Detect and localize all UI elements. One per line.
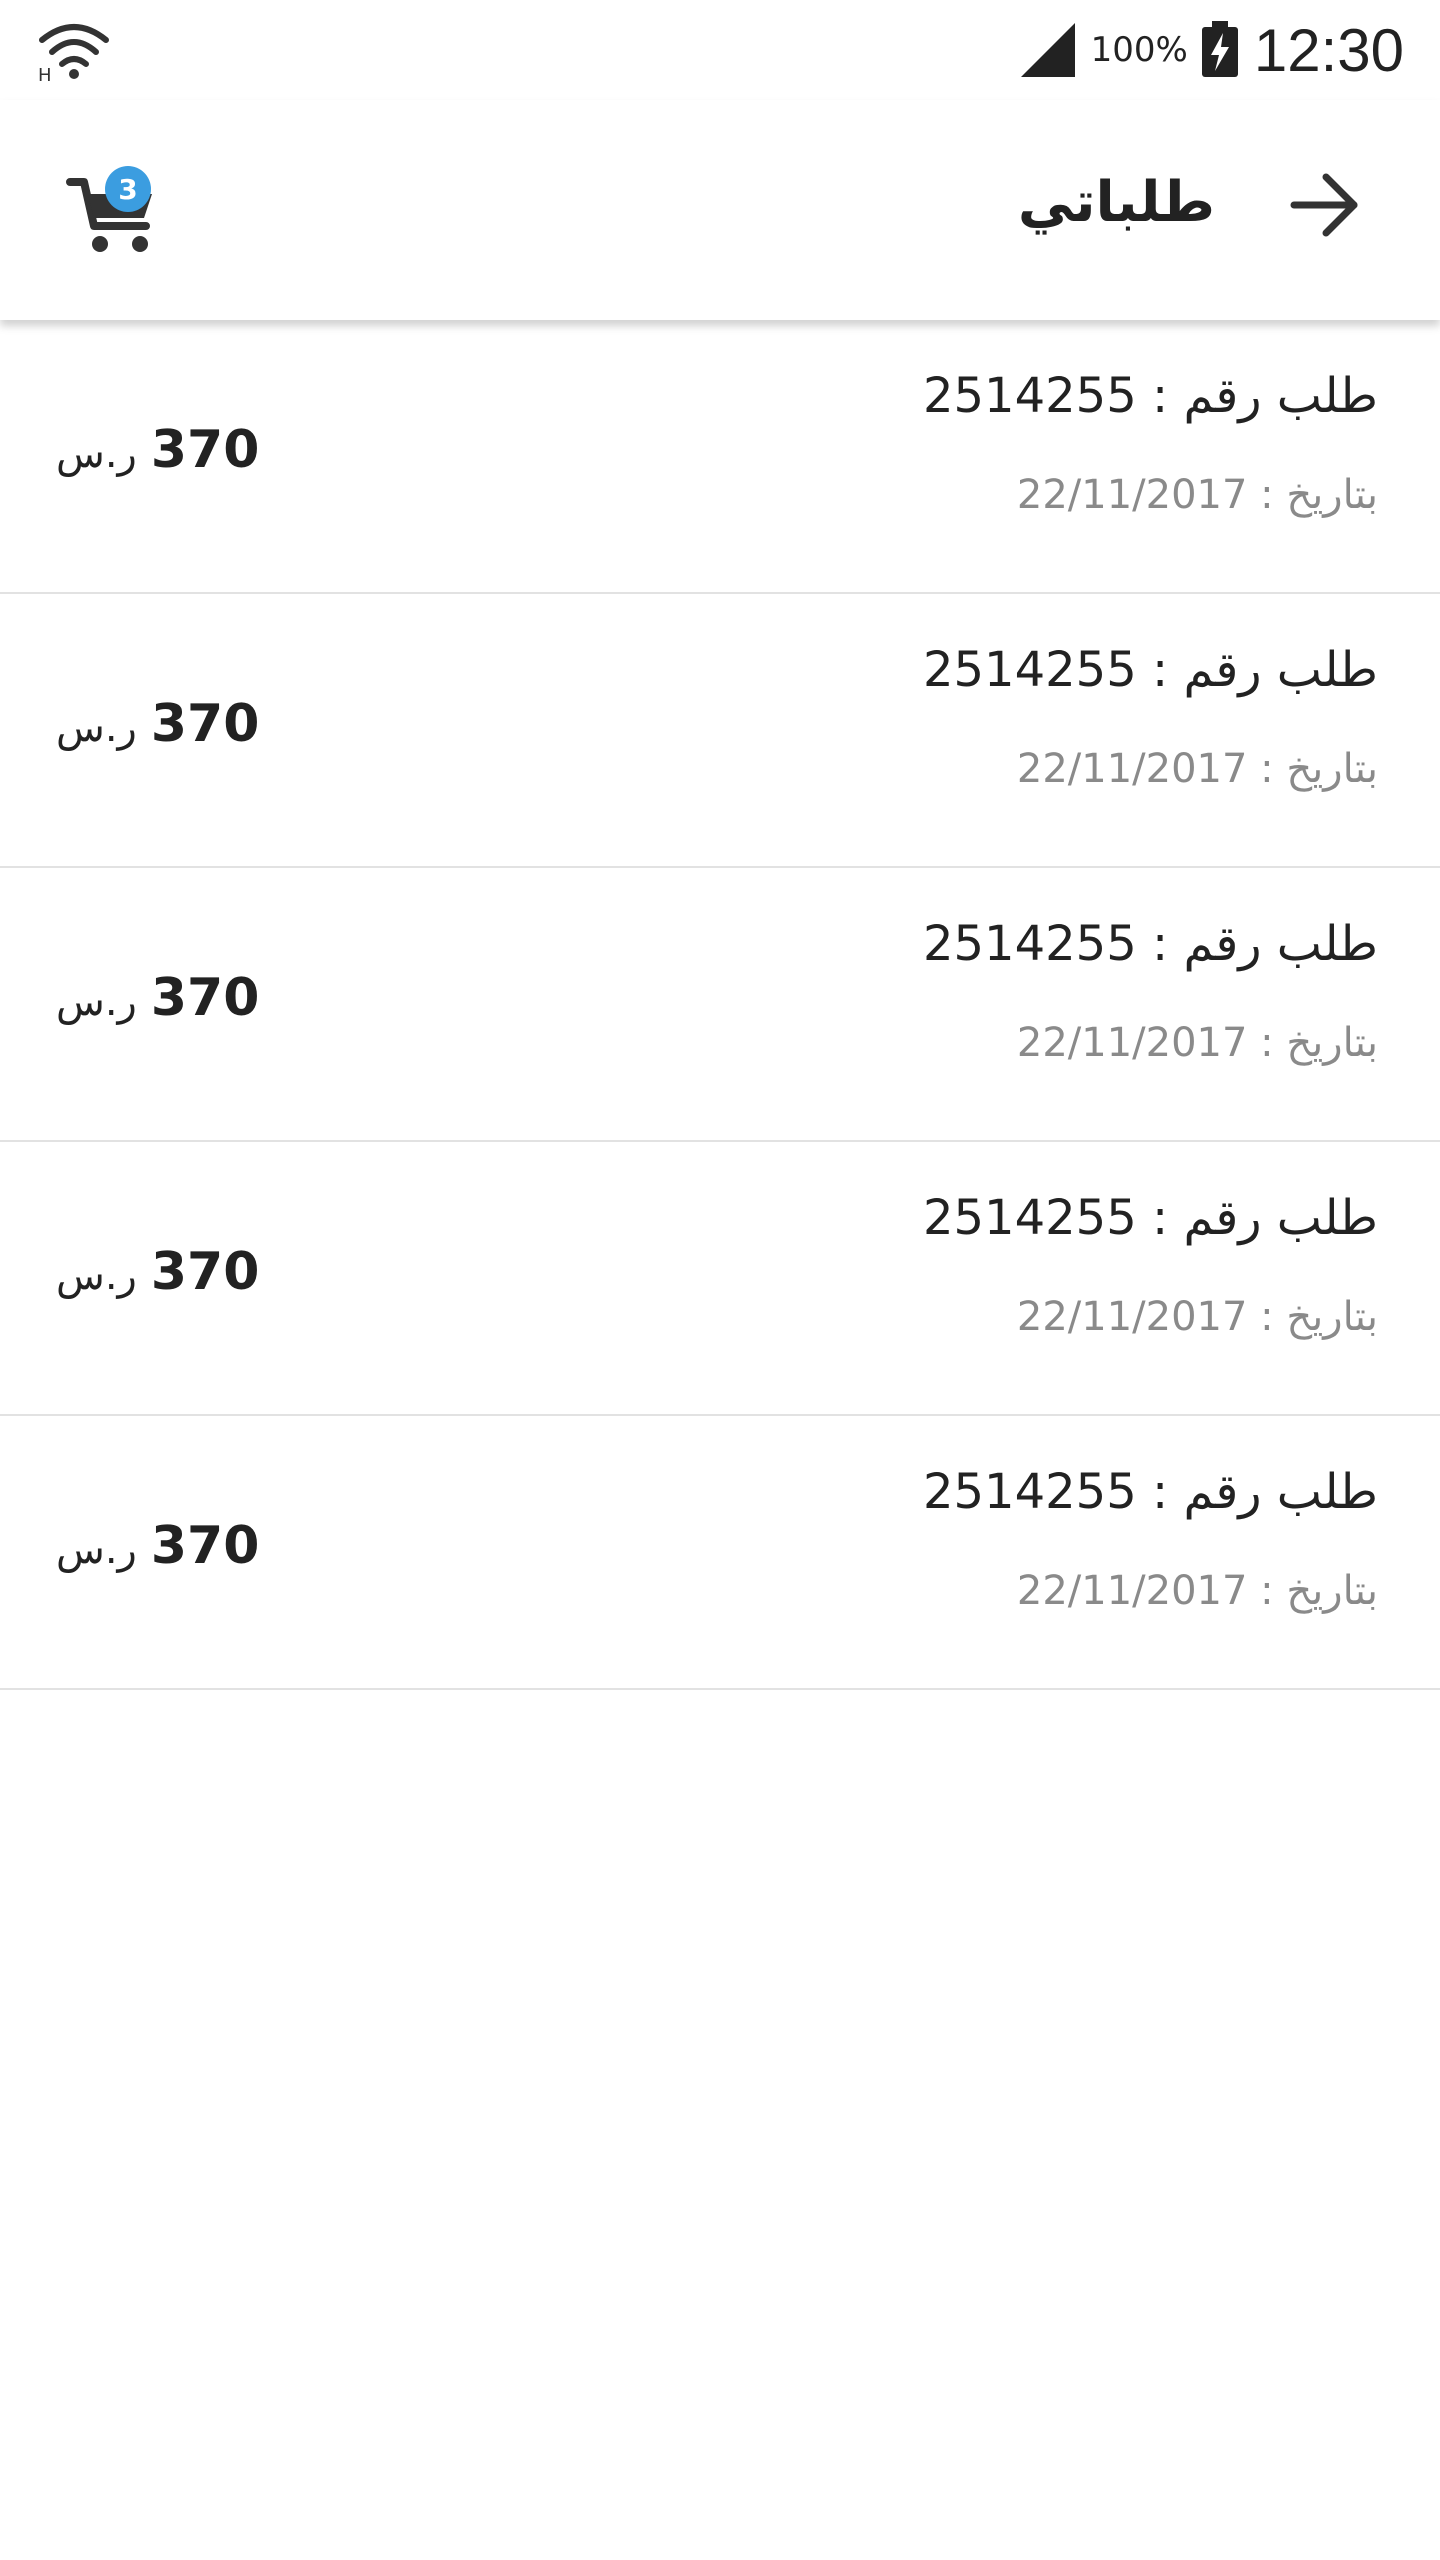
app-bar: طلباتي 3	[0, 100, 1440, 320]
order-date: بتاريخ : 22/11/2017	[1016, 1020, 1378, 1066]
price-currency: ر.س	[56, 979, 137, 1025]
order-number: طلب رقم : 2514255	[922, 1190, 1378, 1246]
order-price: ر.س 370	[56, 1242, 259, 1302]
svg-text:H: H	[38, 65, 52, 82]
price-currency: ر.س	[56, 705, 137, 751]
arrow-right-icon[interactable]	[1280, 160, 1370, 250]
price-currency: ر.س	[56, 431, 137, 477]
cart-count-badge: 3	[105, 166, 151, 212]
order-number: طلب رقم : 2514255	[922, 1464, 1378, 1520]
order-list-item[interactable]: طلب رقم : 2514255 بتاريخ : 22/11/2017 ر.…	[0, 594, 1440, 868]
order-date: بتاريخ : 22/11/2017	[1016, 472, 1378, 518]
order-date: بتاريخ : 22/11/2017	[1016, 1294, 1378, 1340]
status-right: 100% 12:30	[1019, 12, 1404, 88]
order-date: بتاريخ : 22/11/2017	[1016, 746, 1378, 792]
price-value: 370	[150, 420, 260, 480]
order-list-item[interactable]: طلب رقم : 2514255 بتاريخ : 22/11/2017 ر.…	[0, 868, 1440, 1142]
price-value: 370	[150, 694, 260, 754]
order-number: طلب رقم : 2514255	[922, 916, 1378, 972]
price-currency: ر.س	[56, 1253, 137, 1299]
order-price: ر.س 370	[56, 968, 259, 1028]
orders-list: طلب رقم : 2514255 بتاريخ : 22/11/2017 ر.…	[0, 320, 1440, 1690]
order-list-item[interactable]: طلب رقم : 2514255 بتاريخ : 22/11/2017 ر.…	[0, 320, 1440, 594]
order-price: ر.س 370	[56, 1516, 259, 1576]
wifi-icon: H	[38, 24, 109, 82]
price-currency: ر.س	[56, 1527, 137, 1573]
battery-charging-icon	[1201, 21, 1238, 77]
order-list-item[interactable]: طلب رقم : 2514255 بتاريخ : 22/11/2017 ر.…	[0, 1416, 1440, 1690]
status-bar: H 100% 12:30	[0, 0, 1440, 100]
order-number: طلب رقم : 2514255	[922, 368, 1378, 424]
price-value: 370	[150, 1516, 260, 1576]
order-price: ر.س 370	[56, 694, 259, 754]
price-value: 370	[150, 1242, 260, 1302]
status-time: 12:30	[1253, 16, 1404, 84]
page-title: طلباتي	[1017, 170, 1215, 235]
order-list-item[interactable]: طلب رقم : 2514255 بتاريخ : 22/11/2017 ر.…	[0, 1142, 1440, 1416]
battery-percentage: 100%	[1090, 30, 1188, 70]
order-date: بتاريخ : 22/11/2017	[1016, 1568, 1378, 1614]
order-number: طلب رقم : 2514255	[922, 642, 1378, 698]
price-value: 370	[150, 968, 260, 1028]
cell-signal-icon	[1020, 23, 1075, 77]
order-price: ر.س 370	[56, 420, 259, 480]
